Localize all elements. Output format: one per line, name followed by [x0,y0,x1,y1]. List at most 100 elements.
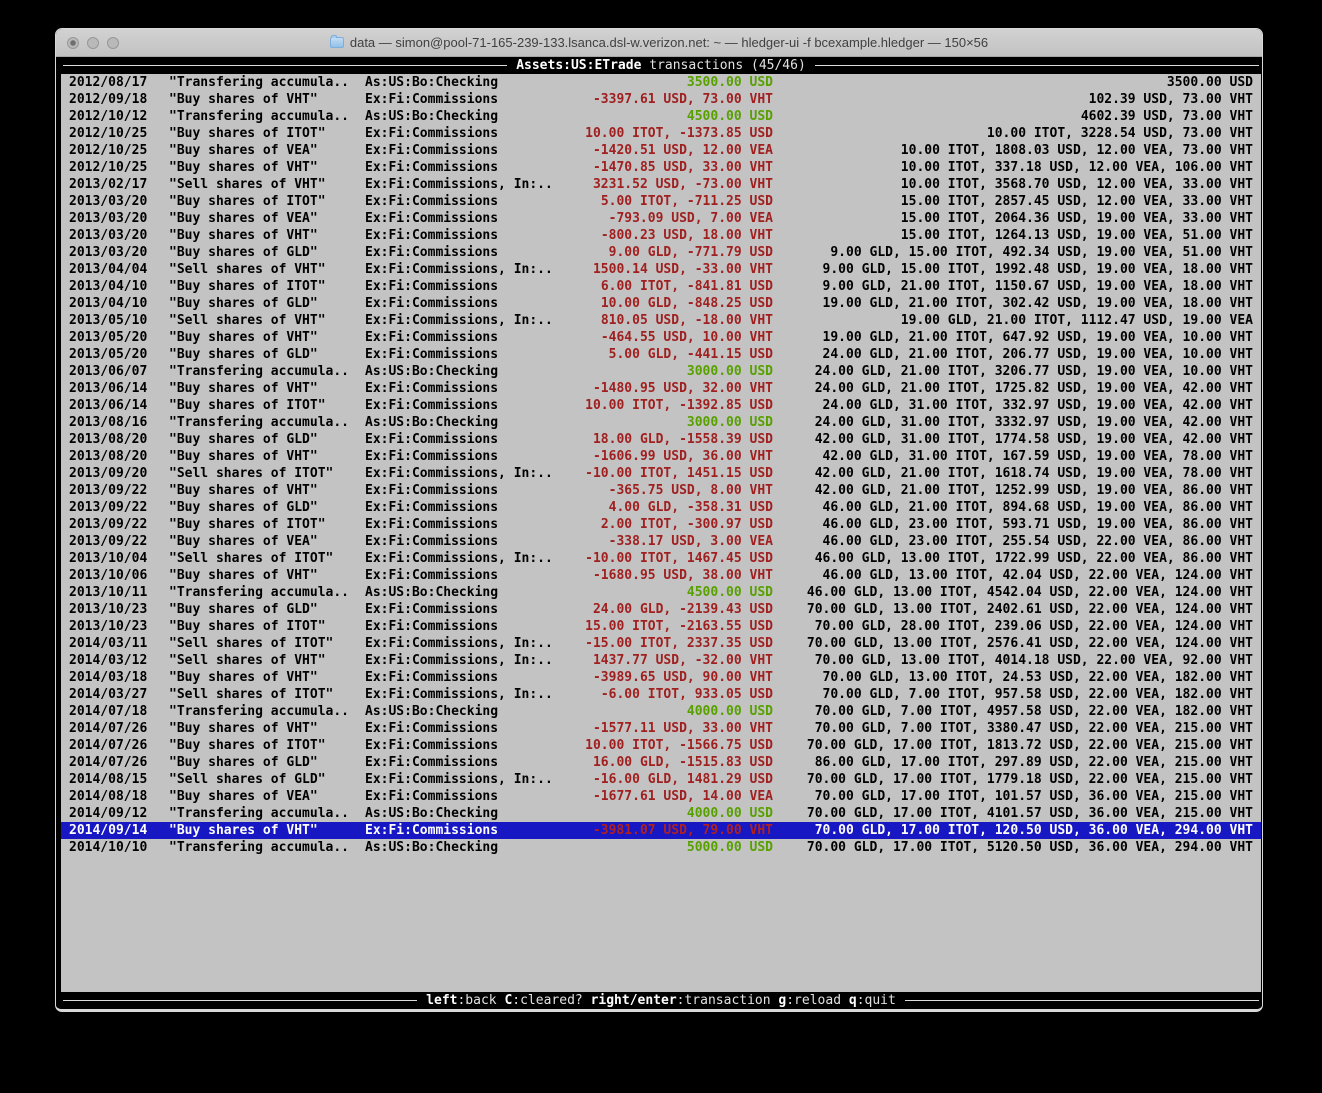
accounts: Ex:Fi:Commissions [365,822,565,839]
date: 2012/10/25 [69,142,169,159]
transaction-row[interactable]: 2012/10/12"Transfering accumula..As:US:B… [61,108,1261,125]
transaction-row[interactable]: 2012/09/18"Buy shares of VHT"Ex:Fi:Commi… [61,91,1261,108]
transaction-row[interactable]: 2013/08/20"Buy shares of VHT"Ex:Fi:Commi… [61,448,1261,465]
date: 2013/10/23 [69,601,169,618]
date: 2013/09/22 [69,482,169,499]
date: 2013/09/20 [69,465,169,482]
balance-amount: 46.00 GLD, 23.00 ITOT, 593.71 USD, 19.00… [773,516,1253,533]
date: 2013/04/10 [69,295,169,312]
description: "Transfering accumula.. [169,584,365,601]
transaction-row[interactable]: 2013/10/23"Buy shares of GLD"Ex:Fi:Commi… [61,601,1261,618]
date: 2012/10/25 [69,159,169,176]
transaction-row[interactable]: 2013/04/10"Buy shares of ITOT"Ex:Fi:Comm… [61,278,1261,295]
transaction-row[interactable]: 2014/03/18"Buy shares of VHT"Ex:Fi:Commi… [61,669,1261,686]
transaction-row[interactable]: 2013/05/10"Sell shares of VHT"Ex:Fi:Comm… [61,312,1261,329]
window-titlebar[interactable]: data — simon@pool-71-165-239-133.lsanca.… [56,29,1262,57]
date: 2013/06/07 [69,363,169,380]
change-amount: 3000.00 USD [565,414,773,431]
transaction-row[interactable]: 2013/06/14"Buy shares of VHT"Ex:Fi:Commi… [61,380,1261,397]
key-hints-bar: left:back C:cleared? right/enter:transac… [61,992,1261,1009]
transaction-row[interactable]: 2014/09/12"Transfering accumula..As:US:B… [61,805,1261,822]
hint-key: q [849,993,857,1008]
transaction-row[interactable]: 2014/08/18"Buy shares of VEA"Ex:Fi:Commi… [61,788,1261,805]
transaction-row[interactable]: 2012/10/25"Buy shares of ITOT"Ex:Fi:Comm… [61,125,1261,142]
description: "Buy shares of GLD" [169,346,365,363]
register-account-name: Assets:US:ETrade [516,58,641,73]
description: "Transfering accumula.. [169,414,365,431]
transaction-row[interactable]: 2014/07/18"Transfering accumula..As:US:B… [61,703,1261,720]
transaction-row[interactable]: 2014/07/26"Buy shares of VHT"Ex:Fi:Commi… [61,720,1261,737]
transaction-list: 2012/08/17"Transfering accumula..As:US:B… [61,74,1261,856]
description: "Buy shares of VHT" [169,448,365,465]
date: 2013/09/22 [69,533,169,550]
balance-amount: 42.00 GLD, 21.00 ITOT, 1618.74 USD, 19.0… [773,465,1253,482]
accounts: As:US:Bo:Checking [365,74,565,91]
change-amount: -338.17 USD, 3.00 VEA [565,533,773,550]
change-amount: 6.00 ITOT, -841.81 USD [565,278,773,295]
transaction-row[interactable]: 2013/09/22"Buy shares of ITOT"Ex:Fi:Comm… [61,516,1261,533]
accounts: Ex:Fi:Commissions [365,533,565,550]
date: 2014/08/18 [69,788,169,805]
transaction-row[interactable]: 2014/08/15"Sell shares of GLD"Ex:Fi:Comm… [61,771,1261,788]
change-amount: -10.00 ITOT, 1451.15 USD [565,465,773,482]
date: 2012/10/25 [69,125,169,142]
change-amount: 4500.00 USD [565,108,773,125]
change-amount: -1577.11 USD, 33.00 VHT [565,720,773,737]
date: 2014/07/26 [69,737,169,754]
description: "Buy shares of ITOT" [169,618,365,635]
accounts: Ex:Fi:Commissions, In:.. [365,261,565,278]
transaction-row[interactable]: 2014/09/14"Buy shares of VHT"Ex:Fi:Commi… [61,822,1261,839]
transaction-row[interactable]: 2013/10/23"Buy shares of ITOT"Ex:Fi:Comm… [61,618,1261,635]
transaction-row[interactable]: 2014/10/10"Transfering accumula..As:US:B… [61,839,1261,856]
description: "Buy shares of ITOT" [169,737,365,754]
balance-amount: 24.00 GLD, 21.00 ITOT, 206.77 USD, 19.00… [773,346,1253,363]
balance-amount: 10.00 ITOT, 3228.54 USD, 73.00 VHT [773,125,1253,142]
transaction-row[interactable]: 2013/03/20"Buy shares of GLD"Ex:Fi:Commi… [61,244,1261,261]
transaction-row[interactable]: 2013/09/22"Buy shares of VHT"Ex:Fi:Commi… [61,482,1261,499]
description: "Buy shares of VHT" [169,669,365,686]
transaction-row[interactable]: 2014/03/27"Sell shares of ITOT"Ex:Fi:Com… [61,686,1261,703]
description: "Buy shares of VHT" [169,482,365,499]
transaction-row[interactable]: 2014/03/12"Sell shares of VHT"Ex:Fi:Comm… [61,652,1261,669]
transaction-row[interactable]: 2014/03/11"Sell shares of ITOT"Ex:Fi:Com… [61,635,1261,652]
transaction-row[interactable]: 2012/08/17"Transfering accumula..As:US:B… [61,74,1261,91]
transaction-row[interactable]: 2013/03/20"Buy shares of VHT"Ex:Fi:Commi… [61,227,1261,244]
transaction-row[interactable]: 2013/03/20"Buy shares of VEA"Ex:Fi:Commi… [61,210,1261,227]
balance-amount: 70.00 GLD, 17.00 ITOT, 1779.18 USD, 22.0… [773,771,1253,788]
balance-amount: 9.00 GLD, 15.00 ITOT, 1992.48 USD, 19.00… [773,261,1253,278]
transaction-row[interactable]: 2013/10/06"Buy shares of VHT"Ex:Fi:Commi… [61,567,1261,584]
transaction-row[interactable]: 2014/07/26"Buy shares of ITOT"Ex:Fi:Comm… [61,737,1261,754]
transaction-row[interactable]: 2013/05/20"Buy shares of VHT"Ex:Fi:Commi… [61,329,1261,346]
transaction-row[interactable]: 2013/06/07"Transfering accumula..As:US:B… [61,363,1261,380]
transaction-row[interactable]: 2013/04/04"Sell shares of VHT"Ex:Fi:Comm… [61,261,1261,278]
transaction-row[interactable]: 2013/09/22"Buy shares of GLD"Ex:Fi:Commi… [61,499,1261,516]
date: 2012/09/18 [69,91,169,108]
transaction-row[interactable]: 2013/08/16"Transfering accumula..As:US:B… [61,414,1261,431]
transaction-row[interactable]: 2014/07/26"Buy shares of GLD"Ex:Fi:Commi… [61,754,1261,771]
transaction-row[interactable]: 2013/10/04"Sell shares of ITOT"Ex:Fi:Com… [61,550,1261,567]
minimize-button-icon[interactable] [87,37,99,49]
date: 2014/03/18 [69,669,169,686]
transaction-row[interactable]: 2013/06/14"Buy shares of ITOT"Ex:Fi:Comm… [61,397,1261,414]
transaction-row[interactable]: 2013/08/20"Buy shares of GLD"Ex:Fi:Commi… [61,431,1261,448]
transaction-row[interactable]: 2012/10/25"Buy shares of VHT"Ex:Fi:Commi… [61,159,1261,176]
close-button-icon[interactable] [67,37,79,49]
description: "Transfering accumula.. [169,108,365,125]
transaction-row[interactable]: 2013/04/10"Buy shares of GLD"Ex:Fi:Commi… [61,295,1261,312]
transaction-row[interactable]: 2013/03/20"Buy shares of ITOT"Ex:Fi:Comm… [61,193,1261,210]
transaction-row[interactable]: 2013/02/17"Sell shares of VHT"Ex:Fi:Comm… [61,176,1261,193]
transaction-row[interactable]: 2013/09/20"Sell shares of ITOT"Ex:Fi:Com… [61,465,1261,482]
zoom-button-icon[interactable] [107,37,119,49]
description: "Sell shares of VHT" [169,312,365,329]
date: 2014/03/12 [69,652,169,669]
window-title: data — simon@pool-71-165-239-133.lsanca.… [330,35,988,50]
balance-amount: 4602.39 USD, 73.00 VHT [773,108,1253,125]
date: 2013/10/11 [69,584,169,601]
accounts: Ex:Fi:Commissions [365,737,565,754]
accounts: Ex:Fi:Commissions [365,788,565,805]
balance-amount: 19.00 GLD, 21.00 ITOT, 1112.47 USD, 19.0… [773,312,1253,329]
transaction-row[interactable]: 2012/10/25"Buy shares of VEA"Ex:Fi:Commi… [61,142,1261,159]
transaction-row[interactable]: 2013/09/22"Buy shares of VEA"Ex:Fi:Commi… [61,533,1261,550]
transaction-row[interactable]: 2013/10/11"Transfering accumula..As:US:B… [61,584,1261,601]
transaction-row[interactable]: 2013/05/20"Buy shares of GLD"Ex:Fi:Commi… [61,346,1261,363]
